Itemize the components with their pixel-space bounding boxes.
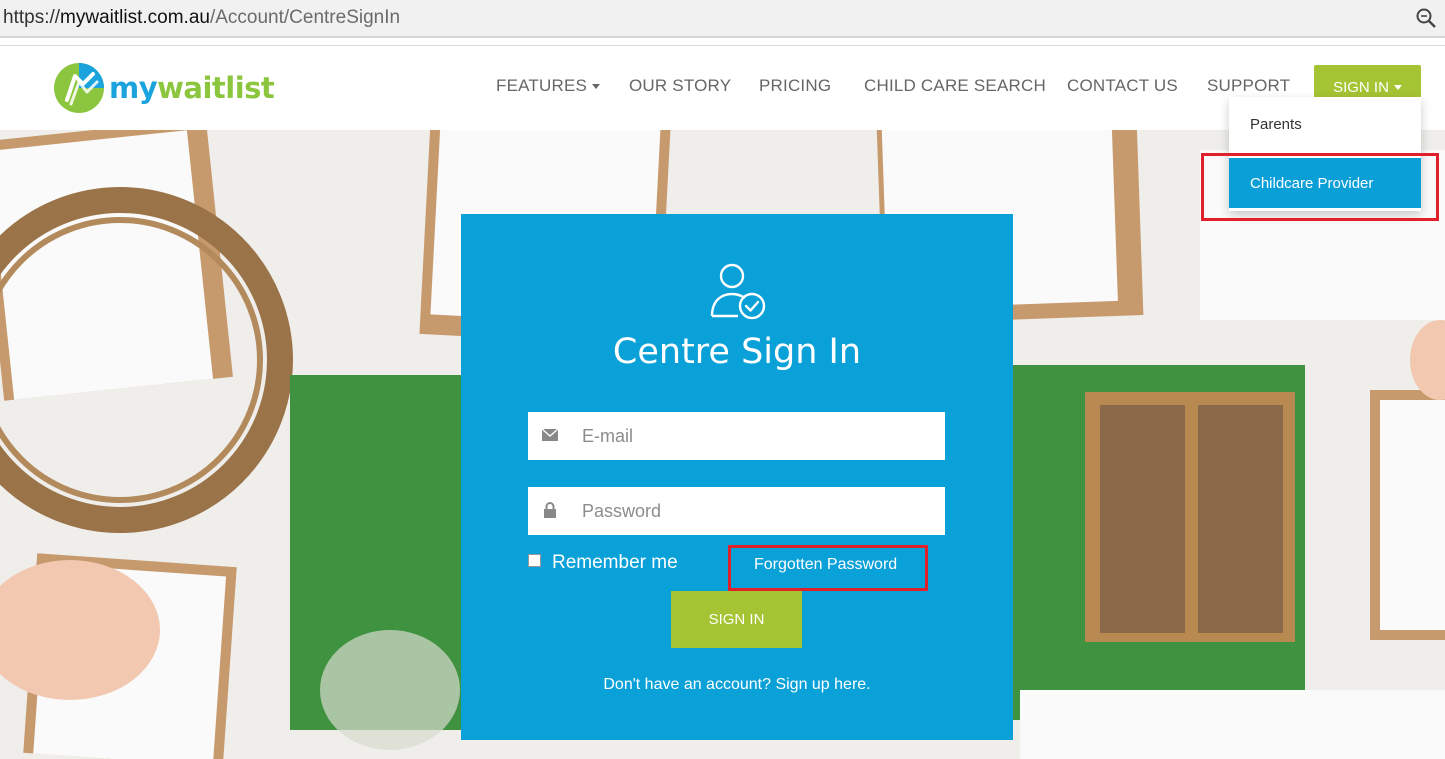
password-input[interactable] [582,487,932,535]
nav-contact-us[interactable]: CONTACT US [1067,76,1178,96]
url-host: mywaitlist.com.au [60,7,210,28]
logo-mark-icon [54,63,104,113]
sign-up-link[interactable]: Don't have an account? Sign up here. [461,676,1013,694]
user-check-icon [710,263,766,320]
email-field[interactable] [528,412,945,460]
email-input[interactable] [582,412,932,460]
nav-our-story[interactable]: OUR STORY [629,76,731,96]
logo-text-waitlist: waitlist [157,71,275,105]
sign-in-card: Centre Sign In Remember me Forgotten Pas… [461,214,1013,740]
lock-icon [544,502,556,518]
nav-features-label: FEATURES [496,76,588,95]
remember-me-checkbox[interactable] [528,553,541,567]
url-path: /Account/CentreSignIn [209,7,401,28]
caret-down-icon [592,84,601,90]
highlight-box-childcare-provider [1201,153,1439,221]
browser-address-bar[interactable]: https://mywaitlist.com.au/Account/Centre… [0,0,1445,38]
nav-child-care-search[interactable]: CHILD CARE SEARCH [864,76,1046,96]
zoom-icon[interactable] [1415,7,1437,29]
nav-support[interactable]: SUPPORT [1207,76,1290,96]
nav-features[interactable]: FEATURES [496,76,601,96]
logo-text: mywaitlist [109,71,275,105]
remember-me-label: Remember me [552,552,678,573]
logo-text-my: my [109,71,158,105]
url-text[interactable]: https://mywaitlist.com.au/Account/Centre… [3,7,400,29]
page-title: Centre Sign In [612,332,862,372]
remember-me[interactable]: Remember me [528,552,678,574]
highlight-box-forgotten-password [728,545,928,591]
sign-in-button-label: SIGN IN [1333,78,1389,96]
sign-in-submit-button[interactable]: SIGN IN [671,591,802,648]
envelope-icon [541,428,559,441]
url-scheme: https:// [3,7,61,28]
caret-down-icon [1393,84,1402,90]
password-field[interactable] [528,487,945,535]
dropdown-item-parents[interactable]: Parents [1229,101,1421,147]
logo[interactable]: mywaitlist [53,62,275,114]
nav-pricing[interactable]: PRICING [759,76,831,96]
